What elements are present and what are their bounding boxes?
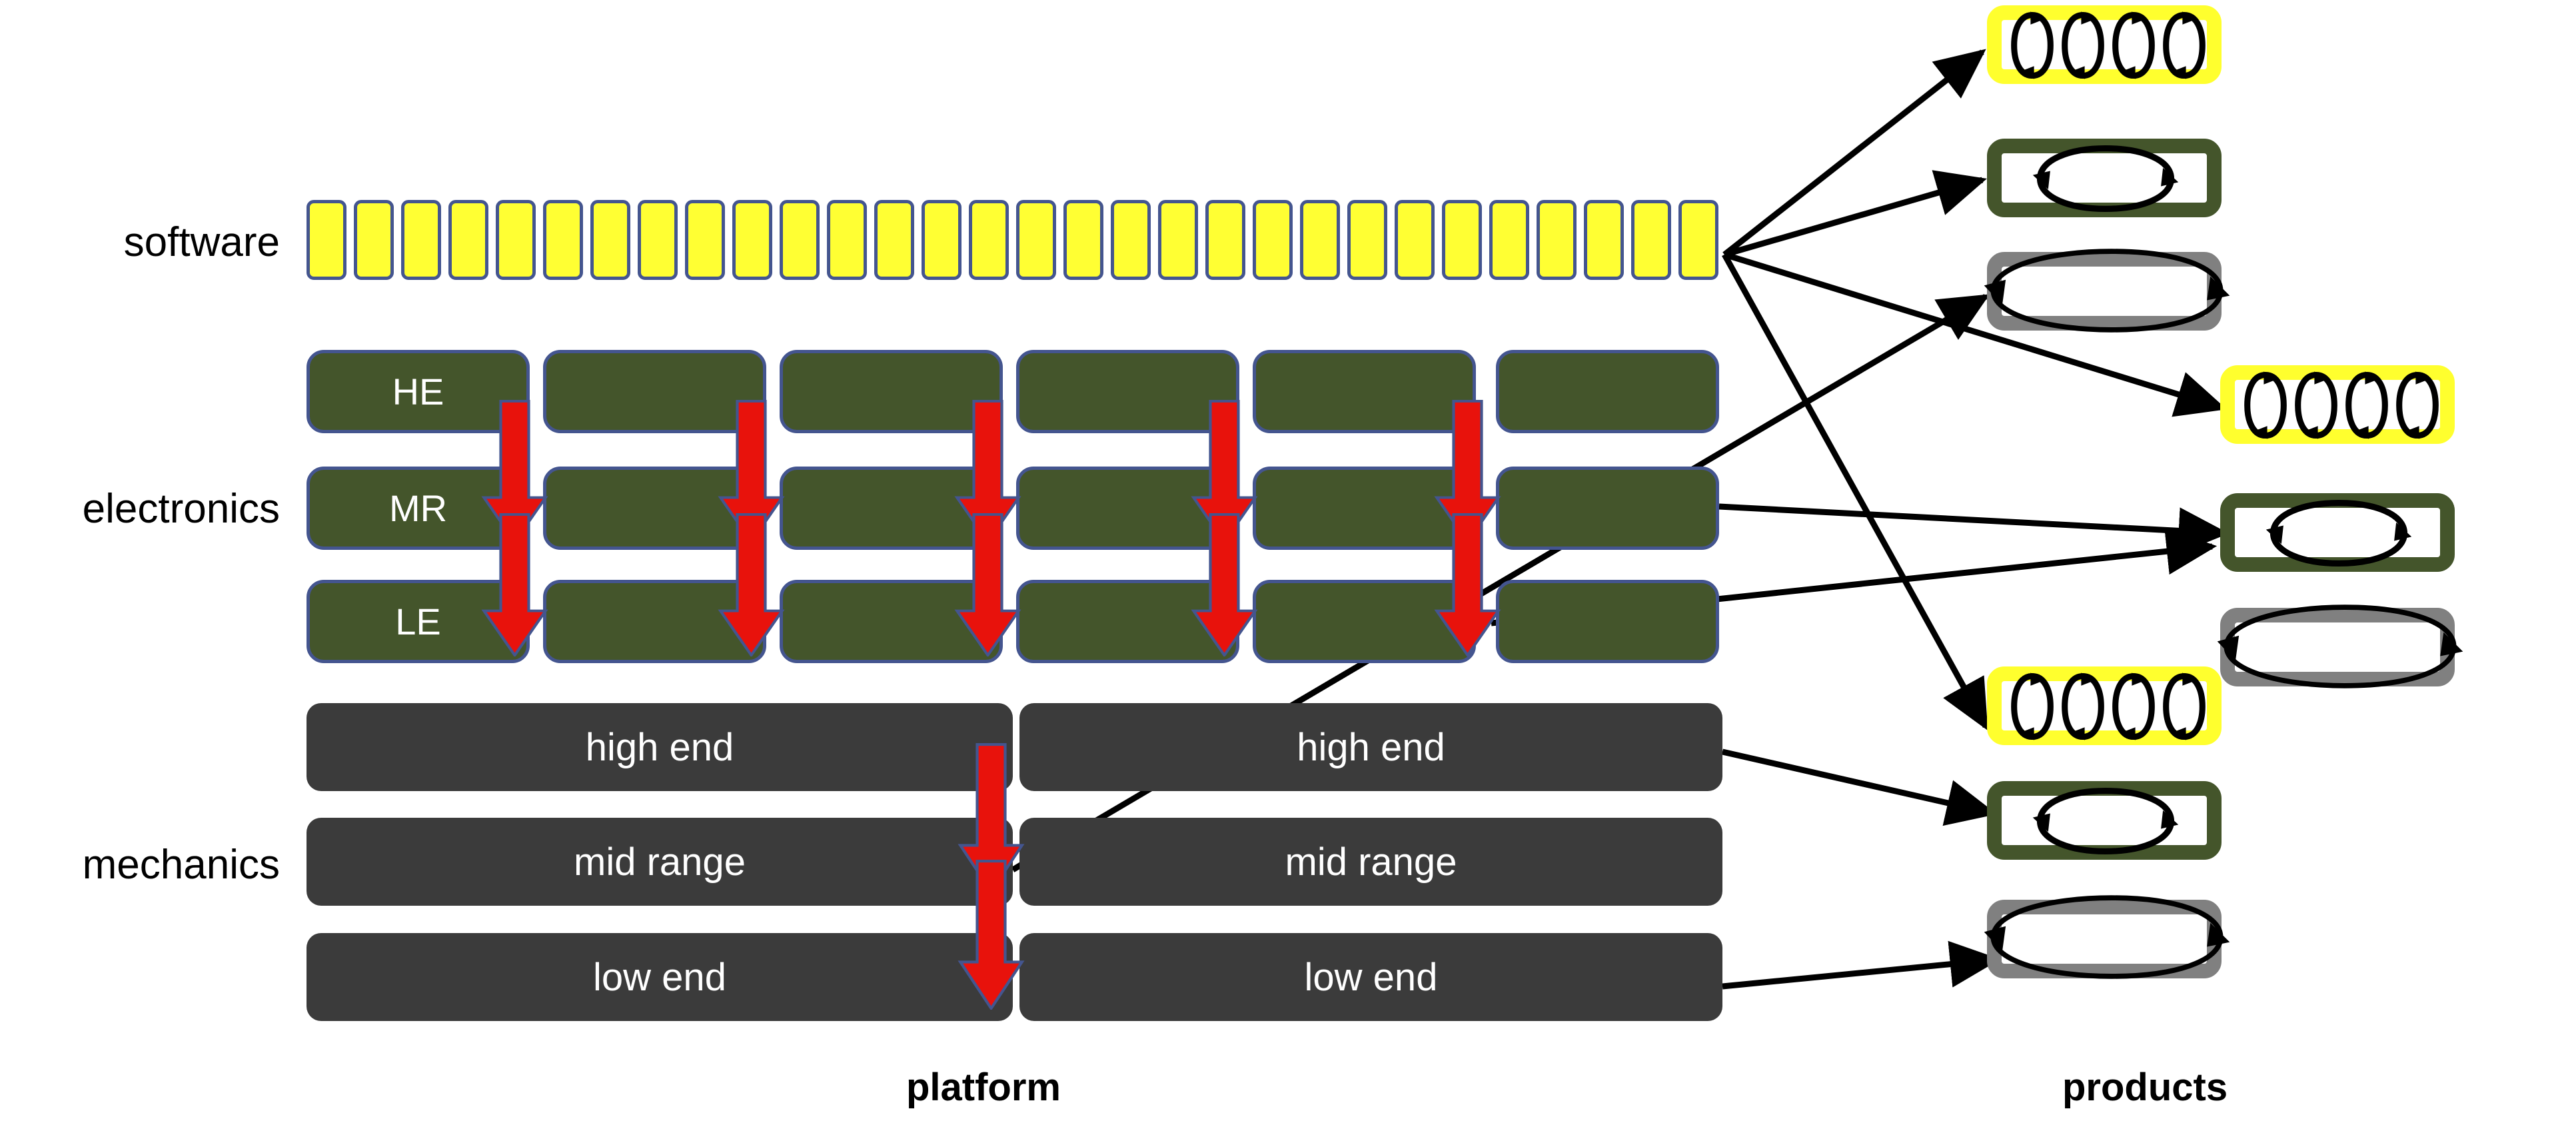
- row-label-mechanics: mechanics: [82, 842, 280, 888]
- platform-title: platform: [906, 1066, 1061, 1109]
- row-label-software: software: [123, 219, 280, 265]
- row-label-electronics: electronics: [82, 486, 280, 532]
- diagram-canvas: HE MR LE high end high end mid range mid…: [0, 0, 2576, 1141]
- products-title: products: [2062, 1066, 2228, 1109]
- label-layer: software electronics mechanics platform …: [0, 0, 2576, 1141]
